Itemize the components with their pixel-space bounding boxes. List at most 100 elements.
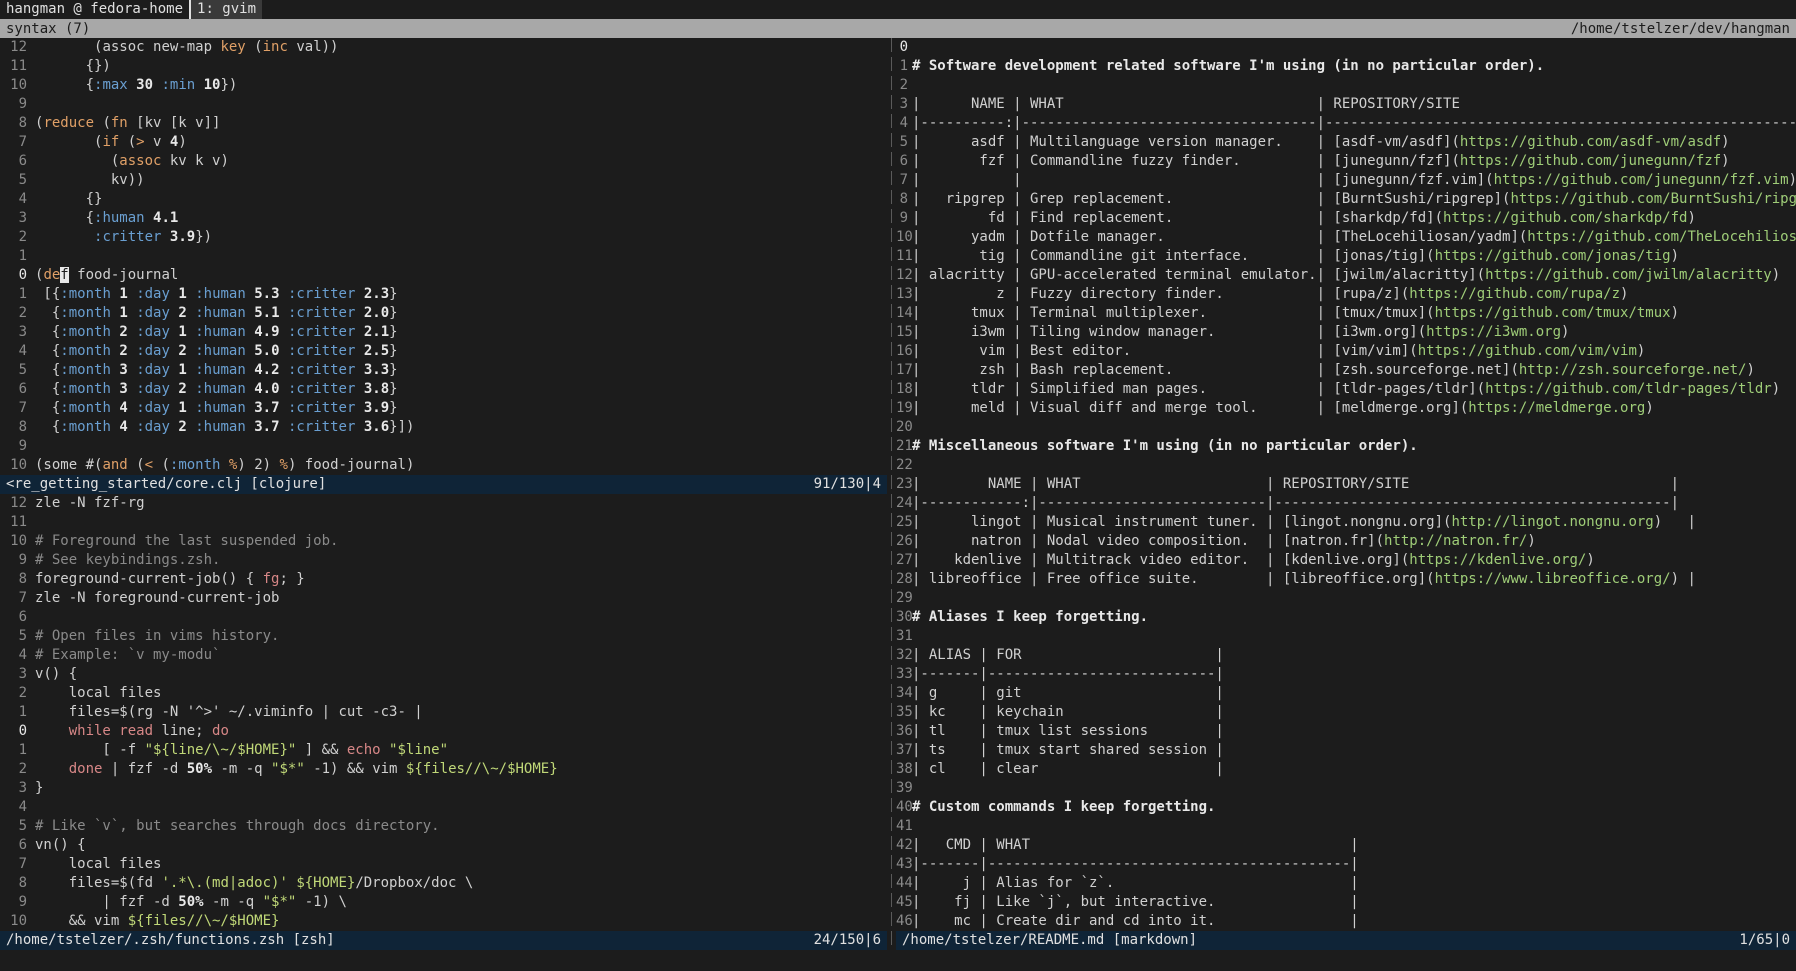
- buffer-line[interactable]: 8 foreground-current-job() { fg; }: [0, 570, 887, 589]
- buffer-line[interactable]: 5 | asdf | Multilanguage version manager.…: [896, 133, 1796, 152]
- buffer-line[interactable]: 5 {:month 3 :day 1 :human 4.2 :critter 3…: [0, 361, 887, 380]
- buffer-line[interactable]: 19 | meld | Visual diff and merge tool. |…: [896, 399, 1796, 418]
- buffer-line[interactable]: 3 {:month 2 :day 1 :human 4.9 :critter 2…: [0, 323, 887, 342]
- buffer-line[interactable]: 11 | tig | Commandline git interface. | […: [896, 247, 1796, 266]
- buffer-line[interactable]: 2: [896, 76, 1796, 95]
- buffer-line[interactable]: 5 # Open files in vims history.: [0, 627, 887, 646]
- buffer-line[interactable]: 6 vn() {: [0, 836, 887, 855]
- buffer-line[interactable]: 34 | g | git |: [896, 684, 1796, 703]
- editor-pane-clojure[interactable]: 12 (assoc new-map key (inc val)) 11 {}) 10…: [0, 38, 887, 475]
- buffer-line[interactable]: 7 {:month 4 :day 1 :human 3.7 :critter 3…: [0, 399, 887, 418]
- buffer-line[interactable]: 38 | cl | clear |: [896, 760, 1796, 779]
- buffer-line[interactable]: 1 files=$(rg -N '^>' ~/.viminfo | cut -c…: [0, 703, 887, 722]
- buffer-line[interactable]: 42 | CMD | WHAT |: [896, 836, 1796, 855]
- buffer-line[interactable]: 41: [896, 817, 1796, 836]
- buffer-line[interactable]: 10 (some #(and (< (:month %) 2) %) food-j…: [0, 456, 887, 475]
- buffer-line[interactable]: 9 | fd | Find replacement. | [sharkdp/fd]…: [896, 209, 1796, 228]
- buffer-line[interactable]: 1 [ -f "${line/\~/$HOME}" ] && echo "$li…: [0, 741, 887, 760]
- buffer-line[interactable]: 26 | natron | Nodal video composition. | …: [896, 532, 1796, 551]
- buffer-line[interactable]: 4 # Example: `v my-modu`: [0, 646, 887, 665]
- buffer-line[interactable]: 11: [0, 513, 887, 532]
- buffer-line[interactable]: 1 # Software development related software…: [896, 57, 1796, 76]
- buffer-line[interactable]: 4 {}: [0, 190, 887, 209]
- buffer-line[interactable]: 27 | kdenlive | Multitrack video editor. …: [896, 551, 1796, 570]
- buffer-line[interactable]: 5 kv)): [0, 171, 887, 190]
- buffer-line[interactable]: 6: [0, 608, 887, 627]
- buffer-line[interactable]: 7 local files: [0, 855, 887, 874]
- buffer-line[interactable]: 29: [896, 589, 1796, 608]
- tmux-window-tab[interactable]: 1: gvim: [191, 0, 263, 19]
- buffer-line[interactable]: 6 {:month 3 :day 2 :human 4.0 :critter 3…: [0, 380, 887, 399]
- buffer-line[interactable]: 7 (if (> v 4): [0, 133, 887, 152]
- buffer-line[interactable]: 8 | ripgrep | Grep replacement. | [BurntS…: [896, 190, 1796, 209]
- buffer-line[interactable]: 13 | z | Fuzzy directory finder. | [rupa/…: [896, 285, 1796, 304]
- buffer-line[interactable]: 10 # Foreground the last suspended job.: [0, 532, 887, 551]
- vim-command-line[interactable]: [0, 950, 1796, 971]
- buffer-line[interactable]: 0 (def food-journal: [0, 266, 887, 285]
- buffer-line[interactable]: 9 | fzf -d 50% -m -q "$*" -1) \: [0, 893, 887, 912]
- buffer-line[interactable]: 24 |------------:|-----------------------…: [896, 494, 1796, 513]
- buffer-line[interactable]: 2 :critter 3.9}): [0, 228, 887, 247]
- buffer-line[interactable]: 28 | libreoffice | Free office suite. | […: [896, 570, 1796, 589]
- buffer-line[interactable]: 32 | ALIAS | FOR |: [896, 646, 1796, 665]
- buffer-line[interactable]: 2 {:month 1 :day 2 :human 5.1 :critter 2…: [0, 304, 887, 323]
- buffer-line[interactable]: 3}: [0, 779, 887, 798]
- buffer-line[interactable]: 44 | j | Alias for `z`. |: [896, 874, 1796, 893]
- buffer-line[interactable]: 8 files=$(fd '.*\.(md|adoc)' ${HOME}/Dro…: [0, 874, 887, 893]
- buffer-line[interactable]: 18 | tldr | Simplified man pages. | [tldr…: [896, 380, 1796, 399]
- buffer-line[interactable]: 10 && vim ${files//\~/$HOME}: [0, 912, 887, 931]
- buffer-line[interactable]: 33 |-------|---------------------------|: [896, 665, 1796, 684]
- buffer-line[interactable]: 11 {}): [0, 57, 887, 76]
- buffer-line[interactable]: 43 |-------|-----------------------------…: [896, 855, 1796, 874]
- buffer-line[interactable]: 37 | ts | tmux start shared session |: [896, 741, 1796, 760]
- buffer-line[interactable]: 39: [896, 779, 1796, 798]
- buffer-line[interactable]: 22: [896, 456, 1796, 475]
- buffer-line[interactable]: 7 zle -N foreground-current-job: [0, 589, 887, 608]
- buffer-line[interactable]: 46 | mc | Create dir and cd into it. |: [896, 912, 1796, 931]
- buffer-line[interactable]: 3 {:human 4.1: [0, 209, 887, 228]
- line-number: 5: [18, 172, 27, 188]
- buffer-line[interactable]: 1: [0, 247, 887, 266]
- editor-pane-zsh[interactable]: 12 zle -N fzf-rg 11 10 # Foreground the last…: [0, 494, 887, 931]
- buffer-line[interactable]: 10 | yadm | Dotfile manager. | [TheLocehi…: [896, 228, 1796, 247]
- buffer-line[interactable]: 3 | NAME | WHAT | REPOSITORY/SITE |: [896, 95, 1796, 114]
- buffer-line[interactable]: 0: [896, 38, 1796, 57]
- buffer-line[interactable]: 16 | vim | Best editor. | [vim/vim](https…: [896, 342, 1796, 361]
- buffer-line[interactable]: 8 (reduce (fn [kv [k v]]: [0, 114, 887, 133]
- buffer-line[interactable]: 14 | tmux | Terminal multiplexer. | [tmux…: [896, 304, 1796, 323]
- buffer-line[interactable]: 7 | | | [junegunn/fzf.vim](https://github…: [896, 171, 1796, 190]
- buffer-line[interactable]: 45 | fj | Like `j`, but interactive. |: [896, 893, 1796, 912]
- buffer-line[interactable]: 4: [0, 798, 887, 817]
- buffer-line[interactable]: 2 done | fzf -d 50% -m -q "$*" -1) && vi…: [0, 760, 887, 779]
- buffer-line[interactable]: 40 # Custom commands I keep forgetting.: [896, 798, 1796, 817]
- buffer-line[interactable]: 4 |----------:|--------------------------…: [896, 114, 1796, 133]
- buffer-line[interactable]: 4 {:month 2 :day 2 :human 5.0 :critter 2…: [0, 342, 887, 361]
- buffer-line[interactable]: 8 {:month 4 :day 2 :human 3.7 :critter 3…: [0, 418, 887, 437]
- buffer-line[interactable]: 9: [0, 95, 887, 114]
- buffer-line[interactable]: 31: [896, 627, 1796, 646]
- buffer-line[interactable]: 12 (assoc new-map key (inc val)): [0, 38, 887, 57]
- editor-pane-markdown[interactable]: 0 1 # Software development related softwar…: [896, 38, 1796, 931]
- buffer-line[interactable]: 12 | alacritty | GPU-accelerated terminal…: [896, 266, 1796, 285]
- buffer-line[interactable]: 23 | NAME | WHAT | REPOSITORY/SITE |: [896, 475, 1796, 494]
- buffer-line[interactable]: 3 v() {: [0, 665, 887, 684]
- buffer-line[interactable]: 20: [896, 418, 1796, 437]
- vertical-split-divider[interactable]: [887, 38, 896, 950]
- buffer-line[interactable]: 2 local files: [0, 684, 887, 703]
- buffer-line[interactable]: 12 zle -N fzf-rg: [0, 494, 887, 513]
- buffer-line[interactable]: 21 # Miscellaneous software I'm using (in…: [896, 437, 1796, 456]
- buffer-line[interactable]: 6 | fzf | Commandline fuzzy finder. | [ju…: [896, 152, 1796, 171]
- buffer-line[interactable]: 0 while read line; do: [0, 722, 887, 741]
- buffer-line[interactable]: 30 # Aliases I keep forgetting.: [896, 608, 1796, 627]
- buffer-line[interactable]: 10 {:max 30 :min 10}): [0, 76, 887, 95]
- buffer-line[interactable]: 36 | tl | tmux list sessions |: [896, 722, 1796, 741]
- buffer-line[interactable]: 1 [{:month 1 :day 1 :human 5.3 :critter …: [0, 285, 887, 304]
- buffer-line[interactable]: 5 # Like `v`, but searches through docs d…: [0, 817, 887, 836]
- buffer-line[interactable]: 15 | i3wm | Tiling window manager. | [i3w…: [896, 323, 1796, 342]
- buffer-line[interactable]: 9: [0, 437, 887, 456]
- buffer-line[interactable]: 9 # See keybindings.zsh.: [0, 551, 887, 570]
- buffer-line[interactable]: 6 (assoc kv k v): [0, 152, 887, 171]
- buffer-line[interactable]: 25 | lingot | Musical instrument tuner. |…: [896, 513, 1796, 532]
- buffer-line[interactable]: 17 | zsh | Bash replacement. | [zsh.sourc…: [896, 361, 1796, 380]
- buffer-line[interactable]: 35 | kc | keychain |: [896, 703, 1796, 722]
